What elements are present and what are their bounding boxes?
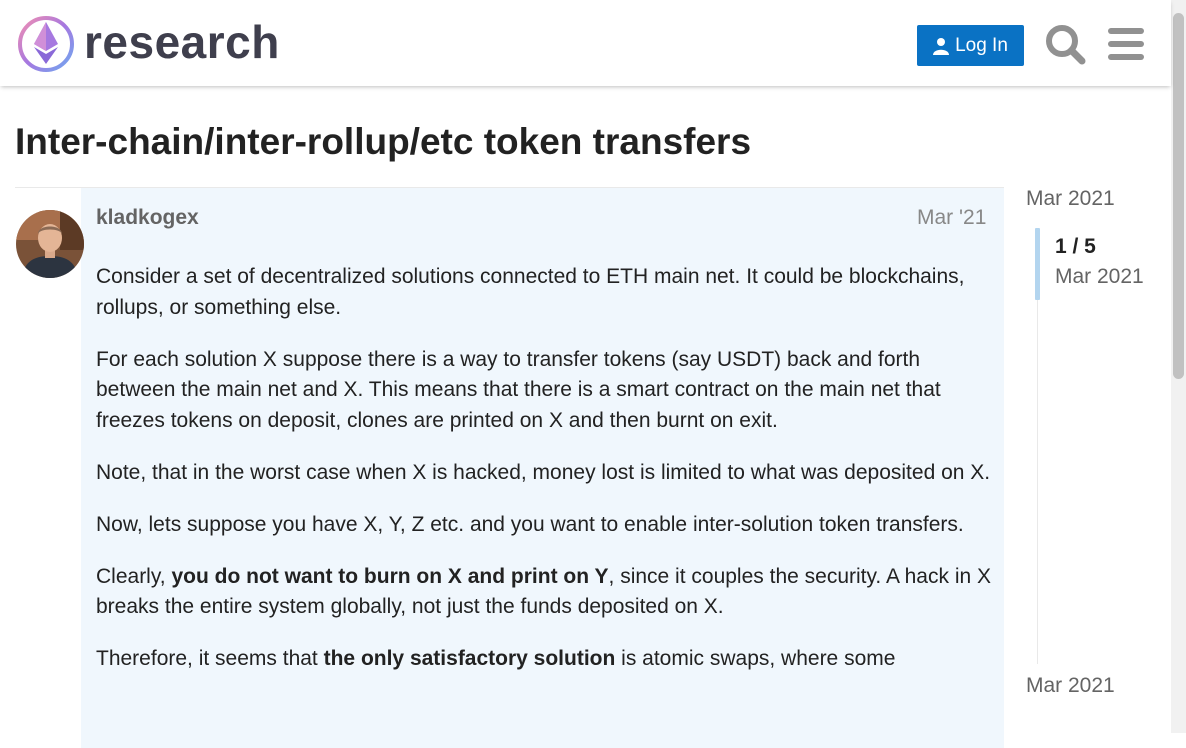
bold-text: the only satisfactory solution	[323, 647, 616, 670]
paragraph-text: is atomic swaps, where some	[615, 647, 896, 670]
hamburger-menu-icon[interactable]	[1104, 22, 1148, 66]
paragraph-text: For each solution X suppose there is a w…	[96, 347, 941, 432]
paragraph-text: Note, that in the worst case when X is h…	[96, 460, 991, 484]
avatar[interactable]	[16, 210, 84, 278]
paragraph-text: Clearly,	[96, 564, 172, 588]
paragraph-text: Consider a set of decentralized solution…	[96, 265, 965, 319]
post-paragraph: Note, that in the worst case when X is h…	[96, 458, 991, 489]
paragraph-text: Now, lets suppose you have X, Y, Z etc. …	[96, 512, 964, 536]
post-paragraph: Therefore, it seems that the only satisf…	[96, 644, 991, 675]
site-name[interactable]: research	[84, 14, 280, 70]
timeline-start-date[interactable]: Mar 2021	[1026, 187, 1115, 211]
post-username[interactable]: kladkogex	[96, 206, 199, 230]
timeline-handle[interactable]	[1035, 228, 1040, 300]
site-header: research Log In	[0, 0, 1171, 86]
topic-title[interactable]: Inter-chain/inter-rollup/etc token trans…	[15, 118, 751, 166]
post-paragraph: Clearly, you do not want to burn on X an…	[96, 562, 991, 623]
post-paragraph: For each solution X suppose there is a w…	[96, 345, 991, 437]
timeline-position: 1 / 5	[1055, 235, 1096, 258]
post-paragraph: Now, lets suppose you have X, Y, Z etc. …	[96, 510, 991, 541]
login-button[interactable]: Log In	[917, 25, 1024, 66]
timeline-end-date[interactable]: Mar 2021	[1026, 674, 1115, 698]
ethereum-logo-icon[interactable]	[16, 14, 76, 74]
timeline-position-date: Mar 2021	[1055, 265, 1144, 288]
user-icon	[933, 37, 950, 55]
login-label: Log In	[955, 34, 1008, 56]
search-icon[interactable]	[1043, 22, 1087, 66]
bold-text: you do not want to burn on X and print o…	[171, 564, 609, 588]
post-content: Consider a set of decentralized solution…	[96, 262, 991, 696]
post-paragraph: Consider a set of decentralized solution…	[96, 262, 991, 323]
post-date[interactable]: Mar '21	[917, 206, 986, 230]
scrollbar-thumb[interactable]	[1173, 13, 1184, 379]
paragraph-text: Therefore, it seems that	[96, 647, 324, 670]
